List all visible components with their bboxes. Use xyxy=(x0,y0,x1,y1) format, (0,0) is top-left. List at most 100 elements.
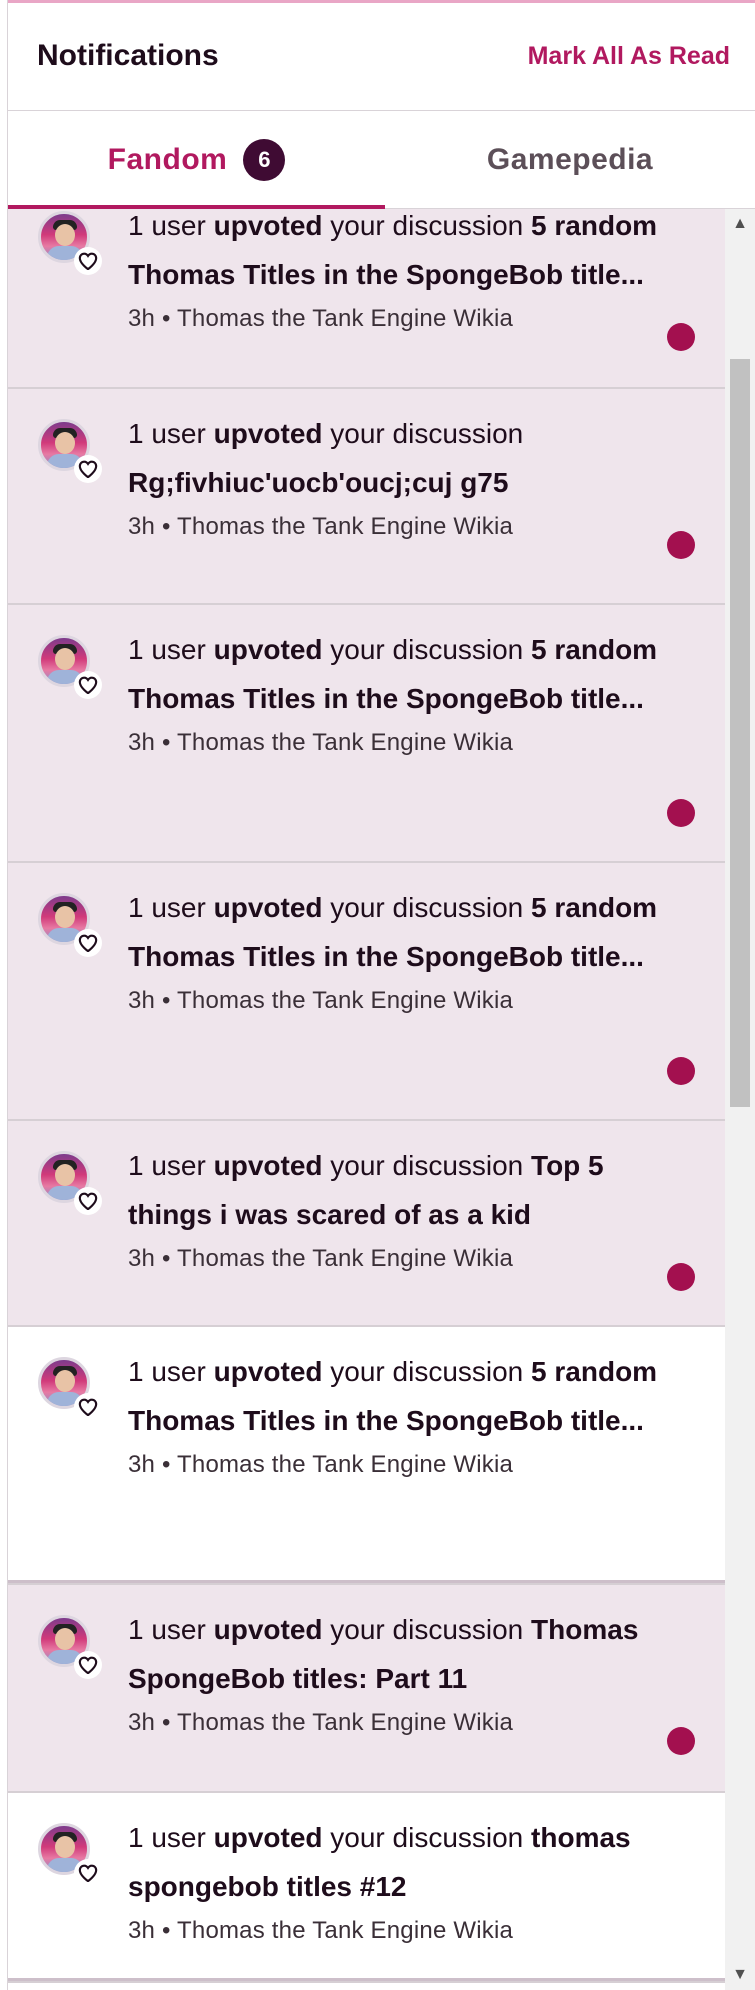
scroll-up-arrow-icon[interactable]: ▲ xyxy=(725,209,755,239)
notification-item[interactable]: 1 user upvoted your discussion 5 random … xyxy=(8,863,725,1121)
notification-item[interactable]: 1 user upvoted your discussion 5 random … xyxy=(8,209,725,389)
notification-meta: 3h • Thomas the Tank Engine Wikia xyxy=(128,1917,668,1945)
meta-separator: • xyxy=(161,1917,171,1944)
notification-message: 1 user upvoted your discussion Thomas Sp… xyxy=(128,1605,668,1703)
unread-indicator-dot[interactable] xyxy=(667,531,695,559)
scrollbar-thumb[interactable] xyxy=(730,359,750,1107)
notification-action: upvoted xyxy=(213,1150,323,1181)
notification-item[interactable]: 1 user upvoted your discussion 5 random … xyxy=(8,605,725,863)
notification-action: upvoted xyxy=(213,1822,323,1853)
unread-indicator-dot[interactable] xyxy=(667,1057,695,1085)
notification-content: 1 user upvoted your discussion 5 random … xyxy=(128,209,668,333)
panel-left-edge xyxy=(0,0,8,1990)
notification-content: 1 user upvoted your discussion 5 random … xyxy=(128,625,668,757)
notification-item[interactable]: 1 user upvoted your discussion Rg;fivhiu… xyxy=(8,389,725,605)
notification-middle: your discussion xyxy=(322,892,532,923)
notification-action: upvoted xyxy=(213,634,323,665)
notification-time: 3h xyxy=(128,1451,156,1478)
scroll-down-arrow-icon[interactable]: ▼ xyxy=(725,1960,755,1990)
notification-message: 1 user upvoted your discussion 5 random … xyxy=(128,625,668,723)
notification-content: 1 user upvoted your discussion Thomas Sp… xyxy=(128,1605,668,1737)
meta-separator: • xyxy=(161,987,171,1014)
wiki-name: Thomas the Tank Engine Wikia xyxy=(177,305,514,332)
notification-prefix: 1 user xyxy=(128,418,214,449)
notification-time: 3h xyxy=(128,729,156,756)
notification-middle: your discussion xyxy=(322,634,532,665)
meta-separator: • xyxy=(161,1245,171,1272)
notification-content: 1 user upvoted your discussion 5 random … xyxy=(128,1347,668,1479)
notification-middle: your discussion xyxy=(322,418,524,449)
notification-message: 1 user upvoted your discussion 5 random … xyxy=(128,1347,668,1445)
notification-meta: 3h • Thomas the Tank Engine Wikia xyxy=(128,1245,668,1273)
meta-separator: • xyxy=(161,1709,171,1736)
notification-message: 1 user upvoted your discussion Top 5 thi… xyxy=(128,1141,668,1239)
notifications-list-viewport[interactable]: 1 user upvoted your discussion 5 random … xyxy=(8,209,725,1990)
scrollbar[interactable]: ▲ ▼ xyxy=(725,209,755,1990)
notification-item[interactable]: 1 user upvoted your discussion Thomas Sp… xyxy=(8,1585,725,1793)
wiki-name: Thomas the Tank Engine Wikia xyxy=(177,513,514,540)
notification-message: 1 user upvoted your discussion 5 random … xyxy=(128,883,668,981)
heart-icon xyxy=(74,929,102,957)
heart-icon xyxy=(74,1393,102,1421)
notification-middle: your discussion xyxy=(322,1822,532,1853)
notification-item[interactable]: 1 user upvoted your discussion 5 random … xyxy=(8,1327,725,1585)
notification-meta: 3h • Thomas the Tank Engine Wikia xyxy=(128,513,668,541)
notification-prefix: 1 user xyxy=(128,210,214,241)
wiki-name: Thomas the Tank Engine Wikia xyxy=(177,1245,514,1272)
unread-indicator-dot[interactable] xyxy=(667,799,695,827)
wiki-name: Thomas the Tank Engine Wikia xyxy=(177,1709,514,1736)
notification-content: 1 user upvoted your discussion Top 5 thi… xyxy=(128,1141,668,1273)
mark-all-as-read-button[interactable]: Mark All As Read xyxy=(528,42,730,71)
notification-prefix: 1 user xyxy=(128,1822,214,1853)
notification-middle: your discussion xyxy=(322,1150,532,1181)
unread-indicator-dot[interactable] xyxy=(667,1727,695,1755)
wiki-name: Thomas the Tank Engine Wikia xyxy=(177,987,514,1014)
notification-message: 1 user upvoted your discussion Rg;fivhiu… xyxy=(128,409,668,507)
notification-message: 1 user upvoted your discussion thomas sp… xyxy=(128,1813,668,1911)
heart-icon xyxy=(74,671,102,699)
notification-action: upvoted xyxy=(213,1614,323,1645)
heart-icon xyxy=(74,1859,102,1887)
notification-prefix: 1 user xyxy=(128,1150,214,1181)
heart-icon xyxy=(74,455,102,483)
notification-action: upvoted xyxy=(213,210,323,241)
notification-time: 3h xyxy=(128,1917,156,1944)
notifications-list: 1 user upvoted your discussion 5 random … xyxy=(8,209,725,1983)
notification-meta: 3h • Thomas the Tank Engine Wikia xyxy=(128,1709,668,1737)
notification-prefix: 1 user xyxy=(128,892,214,923)
notification-action: upvoted xyxy=(213,892,323,923)
notification-item[interactable]: 1 user upvoted your discussion Top 5 thi… xyxy=(8,1121,725,1327)
tab-fandom[interactable]: Fandom 6 xyxy=(8,111,385,210)
notification-time: 3h xyxy=(128,1245,156,1272)
notification-meta: 3h • Thomas the Tank Engine Wikia xyxy=(128,729,668,757)
notification-time: 3h xyxy=(128,305,156,332)
notification-time: 3h xyxy=(128,1709,156,1736)
notification-meta: 3h • Thomas the Tank Engine Wikia xyxy=(128,987,668,1015)
heart-icon xyxy=(74,1651,102,1679)
tab-fandom-label: Fandom xyxy=(107,143,228,176)
discussion-title[interactable]: Rg;fivhiuc'uocb'oucj;cuj g75 xyxy=(128,467,508,498)
page-title: Notifications xyxy=(37,39,219,72)
notification-middle: your discussion xyxy=(322,1356,532,1387)
notification-time: 3h xyxy=(128,513,156,540)
notification-content: 1 user upvoted your discussion Rg;fivhiu… xyxy=(128,409,668,541)
notification-middle: your discussion xyxy=(322,210,532,241)
notification-content: 1 user upvoted your discussion 5 random … xyxy=(128,883,668,1015)
unread-indicator-dot[interactable] xyxy=(667,1263,695,1291)
notification-prefix: 1 user xyxy=(128,1614,214,1645)
meta-separator: • xyxy=(161,729,171,756)
meta-separator: • xyxy=(161,305,171,332)
tab-gamepedia[interactable]: Gamepedia xyxy=(385,111,755,209)
notification-tabs: Fandom 6 Gamepedia xyxy=(8,111,755,210)
notifications-header: Notifications Mark All As Read xyxy=(8,3,755,111)
notification-meta: 3h • Thomas the Tank Engine Wikia xyxy=(128,305,668,333)
notification-prefix: 1 user xyxy=(128,1356,214,1387)
notification-item[interactable]: 1 user upvoted your discussion thomas sp… xyxy=(8,1793,725,1983)
notification-action: upvoted xyxy=(213,1356,323,1387)
notification-time: 3h xyxy=(128,987,156,1014)
notification-content: 1 user upvoted your discussion thomas sp… xyxy=(128,1813,668,1945)
wiki-name: Thomas the Tank Engine Wikia xyxy=(177,1451,514,1478)
heart-icon xyxy=(74,247,102,275)
unread-indicator-dot[interactable] xyxy=(667,323,695,351)
tab-gamepedia-label: Gamepedia xyxy=(486,143,654,176)
